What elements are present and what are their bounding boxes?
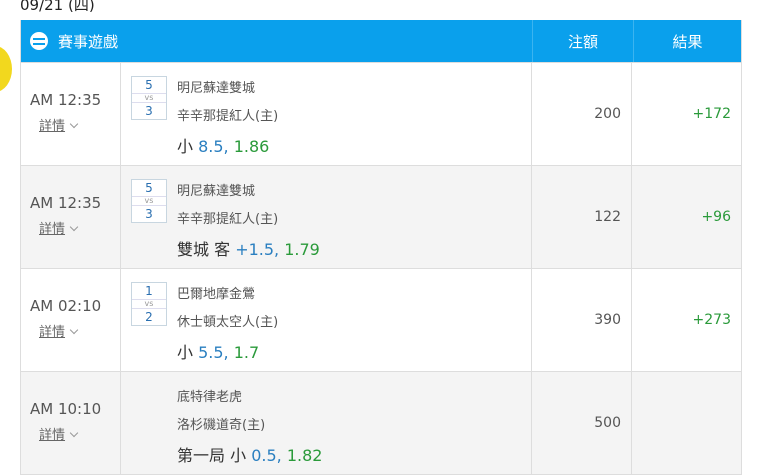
time-cell: AM 12:35 詳情 xyxy=(21,63,121,165)
team-away: 明尼蘇達雙城 xyxy=(177,81,256,96)
header-game-cell: 賽事遊戲 xyxy=(21,20,532,62)
table-header: 賽事遊戲 注額 結果 xyxy=(21,20,741,62)
chevron-down-icon[interactable] xyxy=(69,222,79,232)
header-result-label: 結果 xyxy=(633,20,741,62)
details-link[interactable]: 詳情 xyxy=(39,218,65,237)
details-label: 詳情 xyxy=(39,222,66,237)
score-box: 5 vs 3 xyxy=(131,76,167,120)
bet-line: 5.5, xyxy=(198,343,234,362)
bet-line: 0.5, xyxy=(251,446,287,465)
bet-history-table: 賽事遊戲 注額 結果 AM 12:35 詳情 5 vs 3 明尼蘇達雙城 辛辛那… xyxy=(20,20,742,475)
score-away: 3 xyxy=(145,104,153,118)
chevron-down-icon[interactable] xyxy=(69,325,79,335)
table-row: AM 12:35 詳情 5 vs 3 明尼蘇達雙城 辛辛那提紅人(主) 小 8.… xyxy=(21,62,741,165)
bet-odds: 1.82 xyxy=(286,446,323,465)
bet-selection: 第一局 小 0.5, 1.82 xyxy=(177,442,322,466)
time-cell: AM 02:10 詳情 xyxy=(21,269,121,371)
team-home: 辛辛那提紅人(主) xyxy=(177,212,279,227)
details-link[interactable]: 詳情 xyxy=(39,321,65,340)
details-link[interactable]: 詳情 xyxy=(39,424,65,443)
match-time: AM 12:35 xyxy=(30,194,102,212)
bet-prefix: 雙城 客 xyxy=(177,240,236,259)
result-cell xyxy=(632,372,741,474)
score-box: 1 vs 2 xyxy=(131,282,167,326)
table-row: AM 02:10 詳情 1 vs 2 巴爾地摩金鶯 休士頓太空人(主) 小 5.… xyxy=(21,268,741,371)
score-home: 5 xyxy=(145,181,153,195)
bet-prefix: 第一局 小 xyxy=(177,446,252,465)
match-cell: 1 vs 2 巴爾地摩金鶯 休士頓太空人(主) 小 5.5, 1.7 xyxy=(121,269,532,371)
team-away: 明尼蘇達雙城 xyxy=(177,184,256,199)
coins-icon xyxy=(30,32,48,50)
team-home: 辛辛那提紅人(主) xyxy=(177,109,279,124)
match-cell: 5 vs 3 明尼蘇達雙城 辛辛那提紅人(主) 小 8.5, 1.86 xyxy=(121,63,532,165)
vs-label: vs xyxy=(132,93,166,103)
stake-cell: 390 xyxy=(532,269,632,371)
details-label: 詳情 xyxy=(39,119,66,134)
header-game-label: 賽事遊戲 xyxy=(58,32,119,51)
date-heading: 09/21 (四) xyxy=(20,0,95,14)
stake-cell: 200 xyxy=(532,63,632,165)
side-tab[interactable] xyxy=(0,46,12,92)
bet-prefix: 小 xyxy=(177,343,199,362)
vs-label: vs xyxy=(132,196,166,206)
score-home: 1 xyxy=(145,284,153,298)
score-box: 5 vs 3 xyxy=(131,179,167,223)
chevron-down-icon[interactable] xyxy=(69,428,79,438)
team-away: 底特律老虎 xyxy=(177,390,243,405)
bet-odds: 1.79 xyxy=(284,240,320,259)
match-cell: 5 vs 3 明尼蘇達雙城 辛辛那提紅人(主) 雙城 客 +1.5, 1.79 xyxy=(121,166,532,268)
bet-selection: 雙城 客 +1.5, 1.79 xyxy=(177,236,320,260)
details-link[interactable]: 詳情 xyxy=(39,115,65,134)
match-time: AM 02:10 xyxy=(30,297,102,315)
bet-odds: 1.7 xyxy=(233,343,260,362)
bet-prefix: 小 xyxy=(177,137,199,156)
chevron-down-icon[interactable] xyxy=(69,119,79,129)
score-away: 3 xyxy=(145,207,153,221)
result-cell: +273 xyxy=(692,312,731,328)
bet-line: 8.5, xyxy=(198,137,234,156)
vs-label: vs xyxy=(132,299,166,309)
details-label: 詳情 xyxy=(39,325,66,340)
match-cell: 底特律老虎 洛杉磯道奇(主) 第一局 小 0.5, 1.82 xyxy=(121,372,532,474)
match-time: AM 12:35 xyxy=(30,91,102,109)
stake-cell: 122 xyxy=(532,166,632,268)
score-away: 2 xyxy=(145,310,153,324)
stake-cell: 500 xyxy=(532,372,632,474)
bet-selection: 小 5.5, 1.7 xyxy=(177,339,259,363)
match-time: AM 10:10 xyxy=(30,400,102,418)
table-row: AM 12:35 詳情 5 vs 3 明尼蘇達雙城 辛辛那提紅人(主) 雙城 客… xyxy=(21,165,741,268)
team-home: 休士頓太空人(主) xyxy=(177,315,279,330)
result-cell: +96 xyxy=(701,209,731,225)
table-row: AM 10:10 詳情 底特律老虎 洛杉磯道奇(主) 第一局 小 0.5, 1.… xyxy=(21,371,741,474)
team-home: 洛杉磯道奇(主) xyxy=(177,418,266,433)
details-label: 詳情 xyxy=(39,428,66,443)
bet-selection: 小 8.5, 1.86 xyxy=(177,133,269,157)
time-cell: AM 12:35 詳情 xyxy=(21,166,121,268)
bet-odds: 1.86 xyxy=(233,137,270,156)
result-cell: +172 xyxy=(692,106,731,122)
header-stake-label: 注額 xyxy=(532,20,633,62)
bet-line: +1.5, xyxy=(235,240,285,259)
time-cell: AM 10:10 詳情 xyxy=(21,372,121,474)
score-home: 5 xyxy=(145,78,153,92)
team-away: 巴爾地摩金鶯 xyxy=(177,287,256,302)
